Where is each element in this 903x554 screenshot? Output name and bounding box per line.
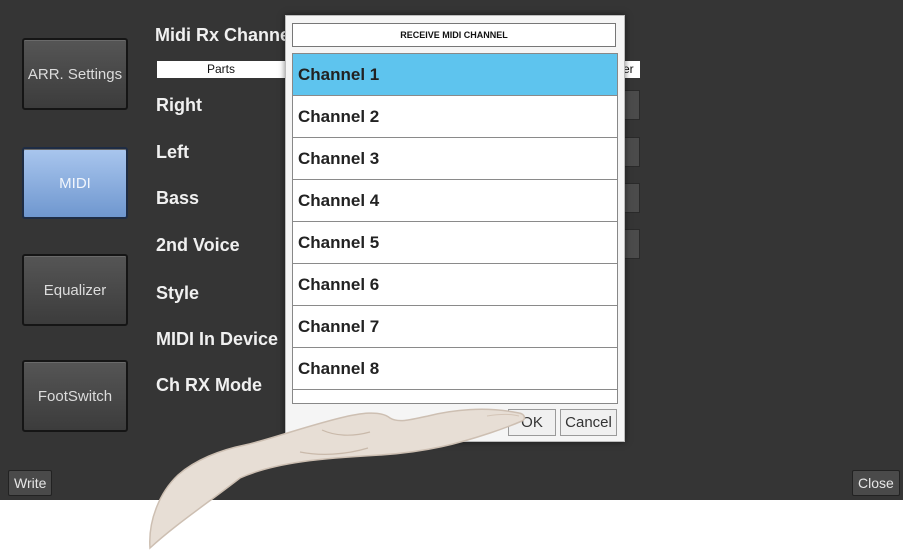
pointing-hand-icon	[149, 408, 526, 550]
